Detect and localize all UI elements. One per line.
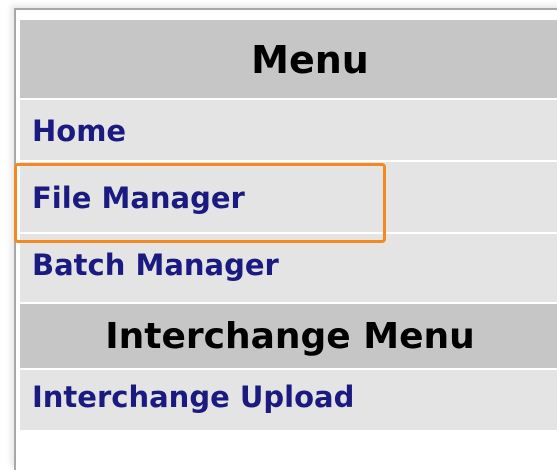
menu-item-batch-manager[interactable]: Batch Manager	[20, 234, 557, 304]
interchange-menu-header: Interchange Menu	[20, 304, 557, 370]
menu-item-home[interactable]: Home	[20, 100, 557, 162]
side-menu: Menu Home File Manager Batch Manager Int…	[20, 20, 557, 432]
menu-header: Menu	[20, 20, 557, 100]
menu-item-file-manager[interactable]: File Manager	[20, 162, 557, 234]
menu-item-interchange-upload[interactable]: Interchange Upload	[20, 370, 557, 432]
